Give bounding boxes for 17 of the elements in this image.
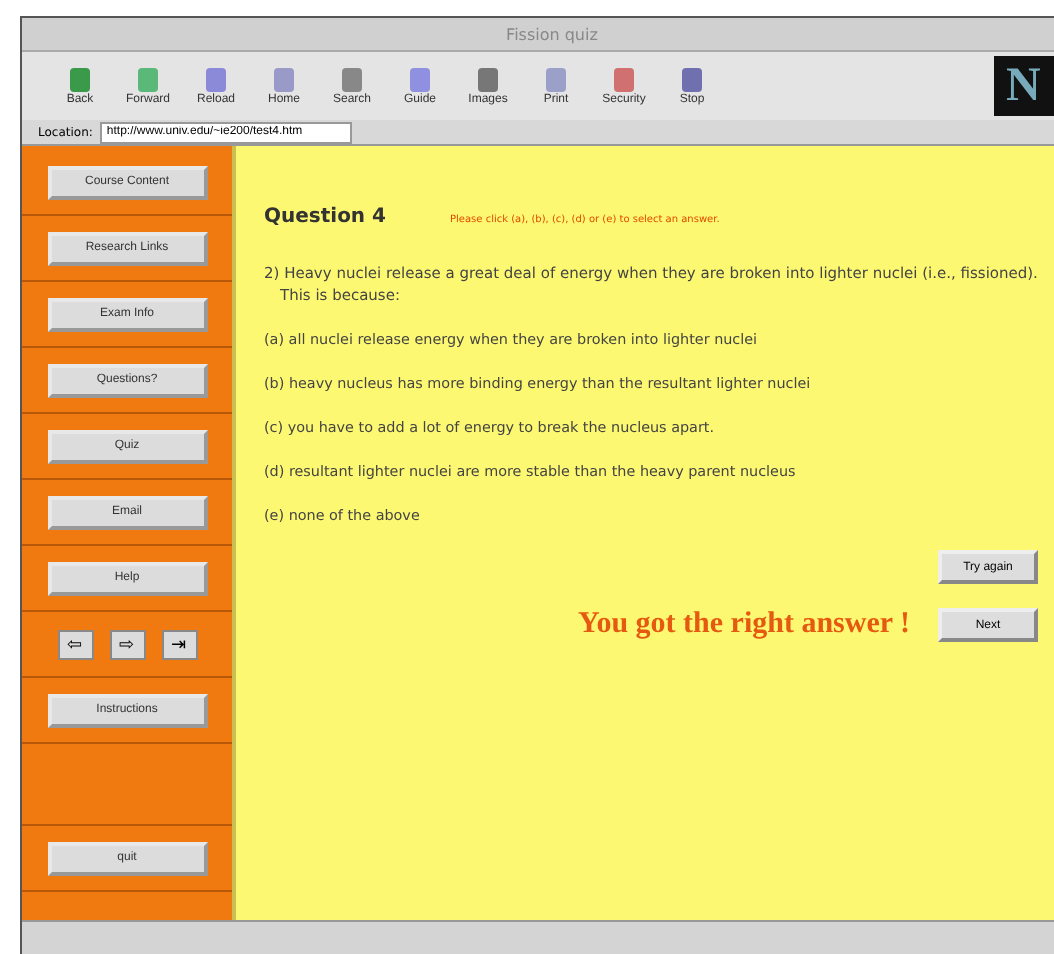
toolbar-icon [410,68,430,92]
browser-logo: N [994,56,1054,116]
arrow-button[interactable]: ⇨ [109,629,145,659]
arrow-button[interactable]: ⇦ [57,629,93,659]
window-title: Fission quiz [506,25,598,43]
toolbar-icon [274,68,294,92]
toolbar-icon [342,68,362,92]
toolbar-icon [206,68,226,92]
toolbar-icon [138,68,158,92]
arrow-button[interactable]: ⇥ [161,629,197,659]
toolbar-icon [478,68,498,92]
toolbar-icon [70,68,90,92]
question-title: Question 4 [264,206,386,228]
toolbar-icon [614,68,634,92]
toolbar-icon [682,68,702,92]
toolbar-icon [546,68,566,92]
feedback-message: You got the right answer ! [578,608,910,642]
